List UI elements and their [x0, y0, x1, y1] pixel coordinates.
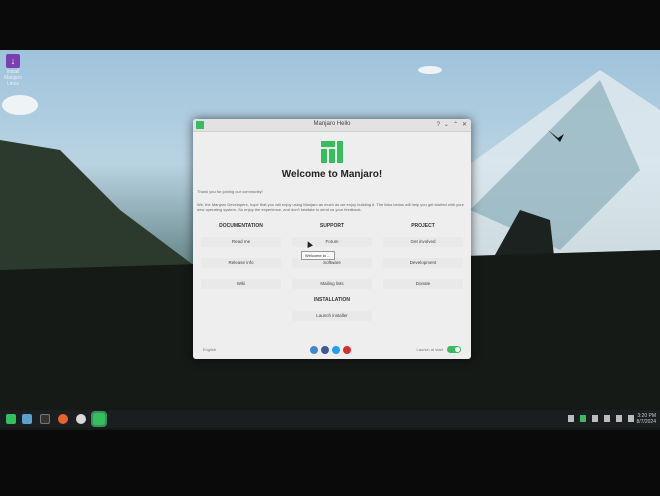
readme-button[interactable]: Read me [201, 237, 281, 247]
desktop-icon-label: Install Manjaro Linux [3, 69, 23, 87]
close-icon[interactable]: ✕ [462, 121, 467, 129]
installation-header: INSTALLATION [314, 297, 350, 303]
install-manjaro-desktop-icon[interactable]: ↓ Install Manjaro Linux [2, 54, 24, 87]
launch-at-start-label: Launch at start [416, 347, 443, 352]
social-links [310, 346, 351, 354]
system-tray [568, 415, 634, 422]
intro-text: Thank you for joining our community! [197, 189, 263, 194]
software-center-icon[interactable] [76, 414, 86, 424]
clock-date: 8/7/2024 [636, 419, 656, 425]
launch-installer-button[interactable]: Launch installer [292, 311, 372, 321]
language-select[interactable]: English [203, 347, 216, 352]
manjaro-logo-icon [321, 141, 343, 163]
documentation-header: DOCUMENTATION [219, 223, 263, 229]
maximize-icon[interactable]: ⌃ [453, 121, 458, 129]
manjaro-hello-window: Manjaro Hello ? ⌄ ⌃ ✕ Welcome to Manjaro… [193, 119, 471, 359]
volume-icon[interactable] [616, 415, 622, 422]
tooltip: Welcome to ... [301, 251, 335, 260]
terminal-icon[interactable] [40, 414, 50, 424]
welcome-heading: Welcome to Manjaro! [281, 169, 383, 180]
file-manager-icon[interactable] [22, 414, 32, 424]
help-icon[interactable]: ? [437, 121, 440, 129]
development-button[interactable]: Development [383, 258, 463, 268]
taskbar: 3:20 PM 8/7/2024 [0, 410, 660, 428]
firefox-icon[interactable] [58, 414, 68, 424]
window-title: Manjaro Hello [313, 121, 351, 127]
manjaro-hello-task-icon[interactable] [91, 411, 107, 427]
notifications-icon[interactable] [568, 415, 574, 422]
updates-icon[interactable] [580, 415, 586, 422]
window-titlebar[interactable]: Manjaro Hello ? ⌄ ⌃ ✕ [193, 119, 471, 132]
donate-button[interactable]: Donate [383, 279, 463, 289]
telegram-icon[interactable] [310, 346, 318, 354]
youtube-icon[interactable] [343, 346, 351, 354]
twitter-icon[interactable] [332, 346, 340, 354]
project-header: PROJECT [411, 223, 435, 229]
wiki-button[interactable]: Wiki [201, 279, 281, 289]
bluetooth-icon[interactable] [604, 415, 610, 422]
mailing-lists-button[interactable]: Mailing lists [292, 279, 372, 289]
network-icon[interactable] [628, 415, 634, 422]
clock[interactable]: 3:20 PM 8/7/2024 [637, 413, 656, 425]
facebook-icon[interactable] [321, 346, 329, 354]
screen: ↓ Install Manjaro Linux Manjaro Hello ? … [0, 50, 660, 430]
download-icon: ↓ [6, 54, 20, 68]
get-involved-button[interactable]: Get involved [383, 237, 463, 247]
support-header: SUPPORT [319, 223, 345, 229]
release-info-button[interactable]: Release info [201, 258, 281, 268]
minimize-icon[interactable]: ⌄ [444, 121, 449, 129]
window-footer: English Launch at start [193, 341, 471, 359]
clipboard-icon[interactable] [592, 415, 598, 422]
app-menu-icon[interactable] [6, 414, 16, 424]
launch-at-start-toggle[interactable] [447, 346, 461, 353]
body-text: We, the Manjaro Developers, hope that yo… [197, 202, 464, 212]
